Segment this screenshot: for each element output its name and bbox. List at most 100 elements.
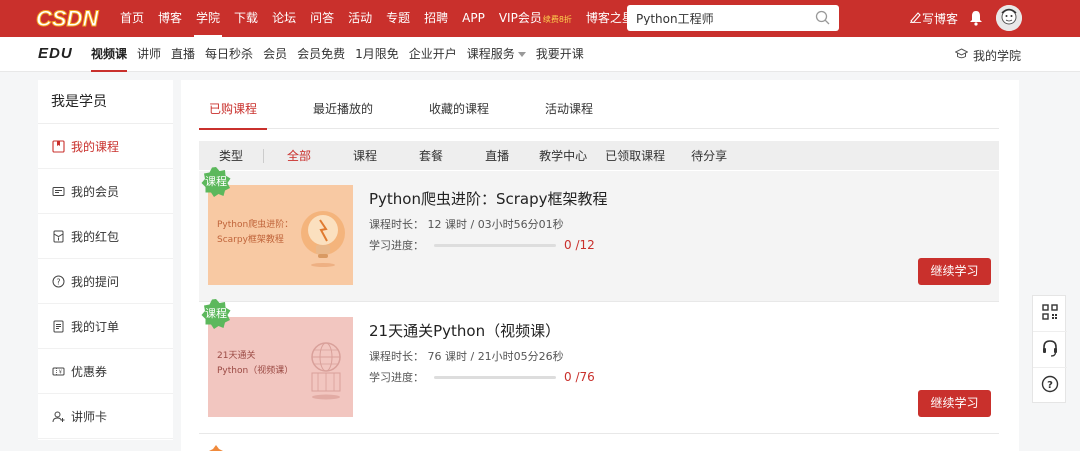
tab-recently-played[interactable]: 最近播放的 <box>303 80 383 129</box>
sidebar-item-coupons[interactable]: ¥ 优惠券 <box>38 349 173 394</box>
coupon-icon: ¥ <box>51 364 65 378</box>
member-card-icon <box>51 184 65 198</box>
red-envelope-icon <box>51 229 65 243</box>
subnav-video-courses[interactable]: 视频课 <box>91 37 128 72</box>
continue-learning-button[interactable]: 继续学习 <box>918 390 991 417</box>
sidebar-item-my-questions[interactable]: ? 我的提问 <box>38 259 173 304</box>
top-nav-download[interactable]: 下载 <box>234 0 258 37</box>
progress-bar <box>434 243 556 247</box>
course-thumbnail[interactable]: 21天通关 Python（视频课） <box>208 317 353 417</box>
course-card: 21天通关 Python（视频课） 课程 21天通关Python（视频课） 课程… <box>199 299 999 434</box>
floating-toolbar: ? <box>1032 295 1067 404</box>
course-type-badge: 课程 <box>201 299 231 329</box>
top-nav-blog[interactable]: 博客 <box>158 0 182 37</box>
top-navbar: CSDN 首页 博客 学院 下载 论坛 问答 活动 专题 招聘 APP VIP会… <box>0 0 1080 37</box>
write-blog-link[interactable]: 写博客 <box>909 10 958 27</box>
svg-text:¥: ¥ <box>58 369 61 375</box>
filter-label: 类型 <box>219 148 265 163</box>
course-card: Python爬虫进阶： Scarpy框架教程 课程 Python爬虫进阶：Scr… <box>199 167 999 302</box>
sidebar-item-my-red-envelope[interactable]: 我的红包 <box>38 214 173 259</box>
subnav-enterprise[interactable]: 企业开户 <box>409 37 457 72</box>
tab-favorites[interactable]: 收藏的课程 <box>419 80 499 129</box>
qrcode-button[interactable] <box>1033 296 1067 332</box>
edu-subnav: EDU 视频课 讲师 直播 每日秒杀 会员 会员免费 1月限免 企业开户 课程服… <box>0 37 1080 72</box>
progress-count: 0 /12 <box>564 238 595 252</box>
subnav-member-free[interactable]: 会员免费 <box>297 37 345 72</box>
subnav-course-services[interactable]: 课程服务 <box>467 37 526 72</box>
filter-live[interactable]: 直播 <box>485 147 509 164</box>
course-progress: 学习进度： 0 /76 <box>369 370 595 384</box>
filter-claimed[interactable]: 已领取课程 <box>605 147 665 164</box>
subnav-live[interactable]: 直播 <box>171 37 195 72</box>
sidebar-title: 我是学员 <box>38 80 173 124</box>
top-nav-vip[interactable]: VIP会员续费8折 <box>499 0 572 37</box>
filter-to-share[interactable]: 待分享 <box>691 147 727 164</box>
top-nav-forum[interactable]: 论坛 <box>272 0 296 37</box>
svg-text:?: ? <box>56 277 60 286</box>
top-nav: 首页 博客 学院 下载 论坛 问答 活动 专题 招聘 APP VIP会员续费8折… <box>120 0 648 37</box>
subnav-teach[interactable]: 我要开课 <box>536 37 584 72</box>
continue-learning-button[interactable]: 继续学习 <box>918 258 991 285</box>
course-duration: 课程时长： 12 课时 / 03小时56分01秒 <box>369 218 564 231</box>
filter-packages[interactable]: 套餐 <box>419 147 443 164</box>
subnav-lecturers[interactable]: 讲师 <box>137 37 161 72</box>
pencil-icon <box>909 11 922 26</box>
search-box <box>627 5 839 31</box>
progress-count: 0 /76 <box>564 370 595 384</box>
search-icon[interactable] <box>815 10 831 30</box>
search-input[interactable] <box>636 11 806 25</box>
graduation-cap-icon <box>954 48 969 63</box>
top-nav-app[interactable]: APP <box>462 0 485 37</box>
progress-bar <box>434 375 556 379</box>
course-tabs: 已购课程 最近播放的 收藏的课程 活动课程 <box>199 80 999 130</box>
course-title[interactable]: 21天通关Python（视频课） <box>369 320 560 341</box>
customer-service-button[interactable] <box>1033 332 1067 368</box>
order-icon <box>51 319 65 333</box>
tab-purchased[interactable]: 已购课程 <box>199 80 268 130</box>
sidebar-item-lecturer-card[interactable]: 讲师卡 <box>38 394 173 439</box>
top-nav-jobs[interactable]: 招聘 <box>424 0 448 37</box>
course-progress: 学习进度： 0 /12 <box>369 238 595 252</box>
top-nav-home[interactable]: 首页 <box>120 0 144 37</box>
course-duration: 课程时长： 76 课时 / 21小时05分26秒 <box>369 350 564 363</box>
headset-icon <box>1041 339 1059 361</box>
filter-courses[interactable]: 课程 <box>353 147 377 164</box>
help-icon: ? <box>1041 375 1059 397</box>
filter-all[interactable]: 全部 <box>287 147 311 164</box>
next-course-badge-partial <box>209 445 223 451</box>
top-nav-qa[interactable]: 问答 <box>310 0 334 37</box>
edu-logo[interactable]: EDU <box>38 45 73 62</box>
course-type-badge: 课程 <box>201 167 231 197</box>
filter-teaching-center[interactable]: 教学中心 <box>539 147 587 164</box>
subnav-daily-deals[interactable]: 每日秒杀 <box>205 37 253 72</box>
type-filter-bar: 类型 全部 课程 套餐 直播 教学中心 已领取课程 待分享 <box>199 141 999 170</box>
top-nav-topics[interactable]: 专题 <box>386 0 410 37</box>
vip-discount-badge: 续费8折 <box>542 15 572 24</box>
question-icon: ? <box>51 274 65 288</box>
sidebar-item-my-courses[interactable]: 我的课程 <box>38 124 173 169</box>
tab-event-courses[interactable]: 活动课程 <box>535 80 603 129</box>
top-nav-events[interactable]: 活动 <box>348 0 372 37</box>
qrcode-icon <box>1042 303 1058 324</box>
sidebar-item-my-membership[interactable]: 我的会员 <box>38 169 173 214</box>
help-button[interactable]: ? <box>1033 368 1067 404</box>
my-school-link[interactable]: 我的学院 <box>954 47 1021 64</box>
svg-text:CSDN: CSDN <box>36 6 99 31</box>
main-panel: 已购课程 最近播放的 收藏的课程 活动课程 类型 全部 课程 套餐 直播 教学中… <box>181 80 1019 451</box>
lecturer-card-icon <box>51 409 65 423</box>
course-title[interactable]: Python爬虫进阶：Scrapy框架教程 <box>369 188 608 209</box>
svg-text:?: ? <box>1047 380 1053 391</box>
csdn-logo[interactable]: CSDN <box>34 6 104 31</box>
thumb-caption: Python爬虫进阶： Scarpy框架教程 <box>217 220 294 245</box>
avatar[interactable] <box>996 5 1022 31</box>
course-thumbnail[interactable]: Python爬虫进阶： Scarpy框架教程 <box>208 185 353 285</box>
subnav-membership[interactable]: 会员 <box>263 37 287 72</box>
thumb-caption: 21天通关 Python（视频课） <box>217 351 294 376</box>
student-sidebar: 我是学员 我的课程 我的会员 我的红包 ? 我的提问 我的订单 ¥ 优惠券 讲师… <box>38 80 173 440</box>
chevron-down-icon <box>517 52 526 57</box>
subnav-january-free[interactable]: 1月限免 <box>355 37 399 72</box>
bell-icon[interactable] <box>969 10 983 30</box>
sidebar-item-my-orders[interactable]: 我的订单 <box>38 304 173 349</box>
course-icon <box>51 139 65 153</box>
top-nav-academy[interactable]: 学院 <box>194 0 223 37</box>
